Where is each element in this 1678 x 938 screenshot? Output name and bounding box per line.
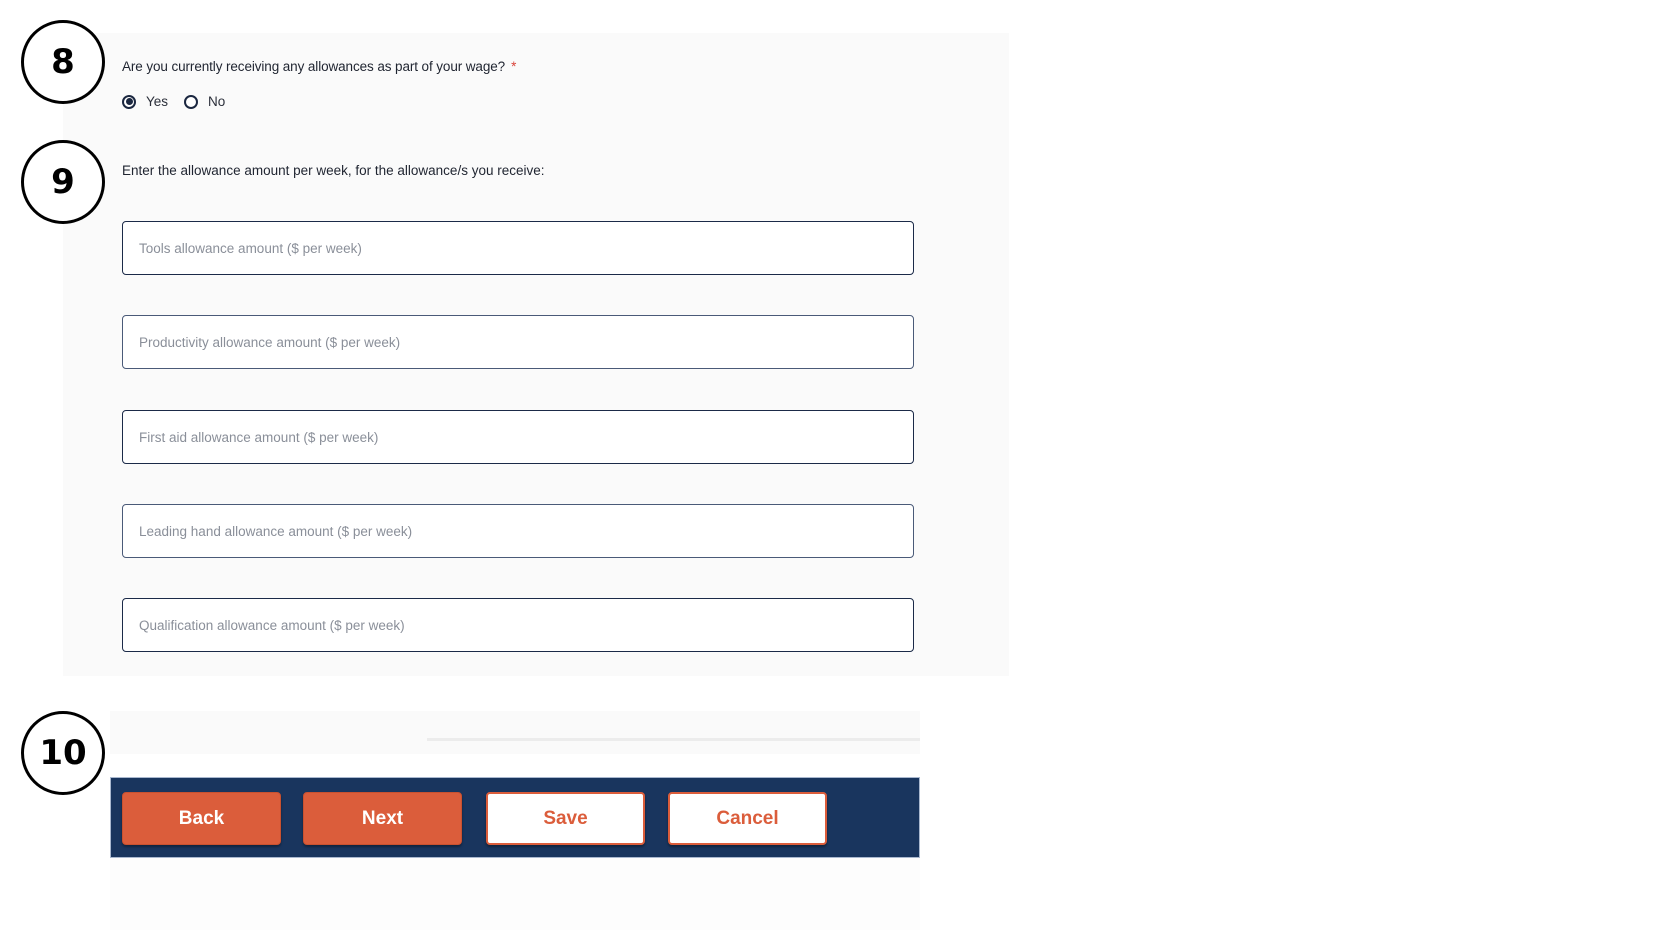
step-number: 10 — [39, 733, 87, 773]
step-number: 8 — [51, 42, 75, 82]
tools-allowance-input[interactable] — [137, 239, 913, 257]
allowance-radio-group: Yes No — [122, 94, 241, 109]
step-annotation-10: 10 — [21, 711, 105, 795]
step-number: 9 — [51, 162, 75, 202]
next-button[interactable]: Next — [303, 792, 462, 845]
allowance-question: Are you currently receiving any allowanc… — [122, 59, 516, 74]
first-aid-allowance-input[interactable] — [137, 428, 913, 446]
form-navigation-bar: Back Next Save Cancel — [110, 777, 920, 858]
radio-yes[interactable]: Yes — [122, 94, 168, 109]
qualification-allowance-input[interactable] — [137, 616, 913, 634]
allowance-instruction: Enter the allowance amount per week, for… — [122, 163, 545, 178]
footer-bottom-area — [110, 858, 920, 930]
required-asterisk: * — [511, 59, 517, 74]
question-label: Are you currently receiving any allowanc… — [122, 59, 506, 74]
leading-hand-allowance-input[interactable] — [137, 522, 913, 540]
radio-no[interactable]: No — [184, 94, 225, 109]
radio-checked-icon[interactable] — [122, 94, 136, 109]
save-button[interactable]: Save — [486, 792, 645, 845]
first-aid-allowance-field[interactable] — [122, 410, 914, 464]
radio-yes-label: Yes — [146, 94, 169, 109]
footer-divider — [427, 738, 920, 741]
cancel-button[interactable]: Cancel — [668, 792, 827, 845]
leading-hand-allowance-field[interactable] — [122, 504, 914, 558]
step-annotation-8: 8 — [21, 20, 105, 104]
productivity-allowance-field[interactable] — [122, 315, 914, 369]
back-button[interactable]: Back — [122, 792, 281, 845]
tools-allowance-field[interactable] — [122, 221, 914, 275]
footer-strip — [110, 711, 920, 754]
step-annotation-9: 9 — [21, 140, 105, 224]
productivity-allowance-input[interactable] — [137, 333, 913, 351]
radio-no-label: No — [208, 94, 226, 109]
radio-unchecked-icon[interactable] — [184, 94, 199, 109]
qualification-allowance-field[interactable] — [122, 598, 914, 652]
